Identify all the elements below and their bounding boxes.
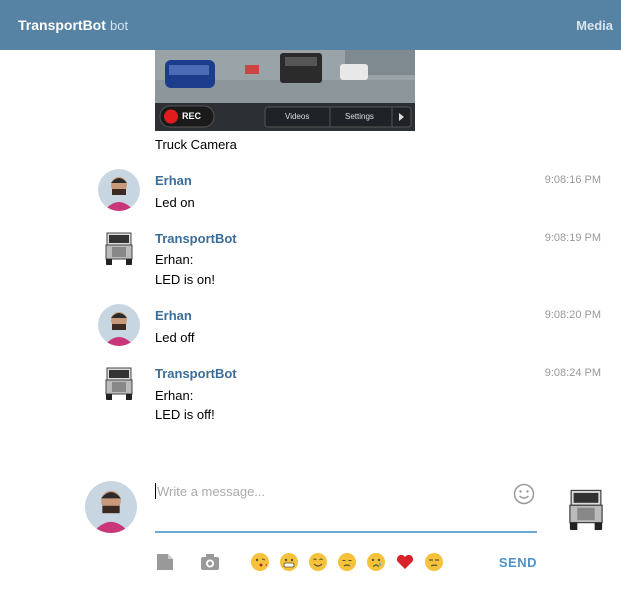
- media-button[interactable]: Media: [576, 18, 613, 33]
- videos-button[interactable]: Videos: [285, 112, 309, 121]
- cry-emoji[interactable]: [366, 552, 386, 572]
- rec-label: REC: [182, 111, 202, 121]
- chat-subtitle: bot: [110, 18, 129, 33]
- smile-icon[interactable]: [513, 483, 535, 505]
- message-placeholder: Write a message...: [157, 484, 266, 499]
- chat-header: TransportBot bot Media: [0, 0, 621, 50]
- photo-caption: Truck Camera: [155, 137, 237, 152]
- kiss-emoji[interactable]: [250, 552, 270, 572]
- message-text: LED is off!: [155, 407, 215, 422]
- message-sender[interactable]: Erhan: [155, 173, 192, 188]
- truck-avatar[interactable]: [98, 227, 140, 269]
- message-text: Erhan:: [155, 252, 194, 267]
- truck-avatar[interactable]: [560, 483, 612, 535]
- message-text: LED is on!: [155, 272, 215, 287]
- send-button[interactable]: SEND: [499, 555, 537, 570]
- message-input[interactable]: Write a message...: [155, 480, 537, 533]
- message-time: 9:08:20 PM: [544, 309, 601, 321]
- message-time: 9:08:16 PM: [544, 174, 601, 186]
- grin-emoji[interactable]: [279, 552, 299, 572]
- message-time: 9:08:24 PM: [544, 367, 601, 379]
- message-sender[interactable]: TransportBot: [155, 366, 237, 381]
- smile-emoji[interactable]: [308, 552, 328, 572]
- camera-photo[interactable]: REC Videos Settings: [155, 50, 415, 131]
- settings-button[interactable]: Settings: [345, 112, 374, 121]
- camera-icon[interactable]: [200, 552, 220, 572]
- chat-title[interactable]: TransportBot: [18, 17, 106, 33]
- message-sender[interactable]: TransportBot: [155, 231, 237, 246]
- unamused-emoji[interactable]: [424, 552, 444, 572]
- avatar[interactable]: [98, 304, 140, 346]
- message-text: Led on: [155, 195, 195, 210]
- message-text: Erhan:: [155, 388, 194, 403]
- truck-avatar[interactable]: [98, 362, 140, 404]
- message-sender[interactable]: Erhan: [155, 308, 192, 323]
- avatar[interactable]: [98, 169, 140, 211]
- document-icon[interactable]: [155, 552, 175, 572]
- text-caret: [155, 483, 156, 499]
- message-text: Led off: [155, 330, 195, 345]
- message-time: 9:08:19 PM: [544, 232, 601, 244]
- heart-emoji[interactable]: [395, 552, 415, 572]
- pensive-emoji[interactable]: [337, 552, 357, 572]
- my-avatar[interactable]: [85, 481, 137, 533]
